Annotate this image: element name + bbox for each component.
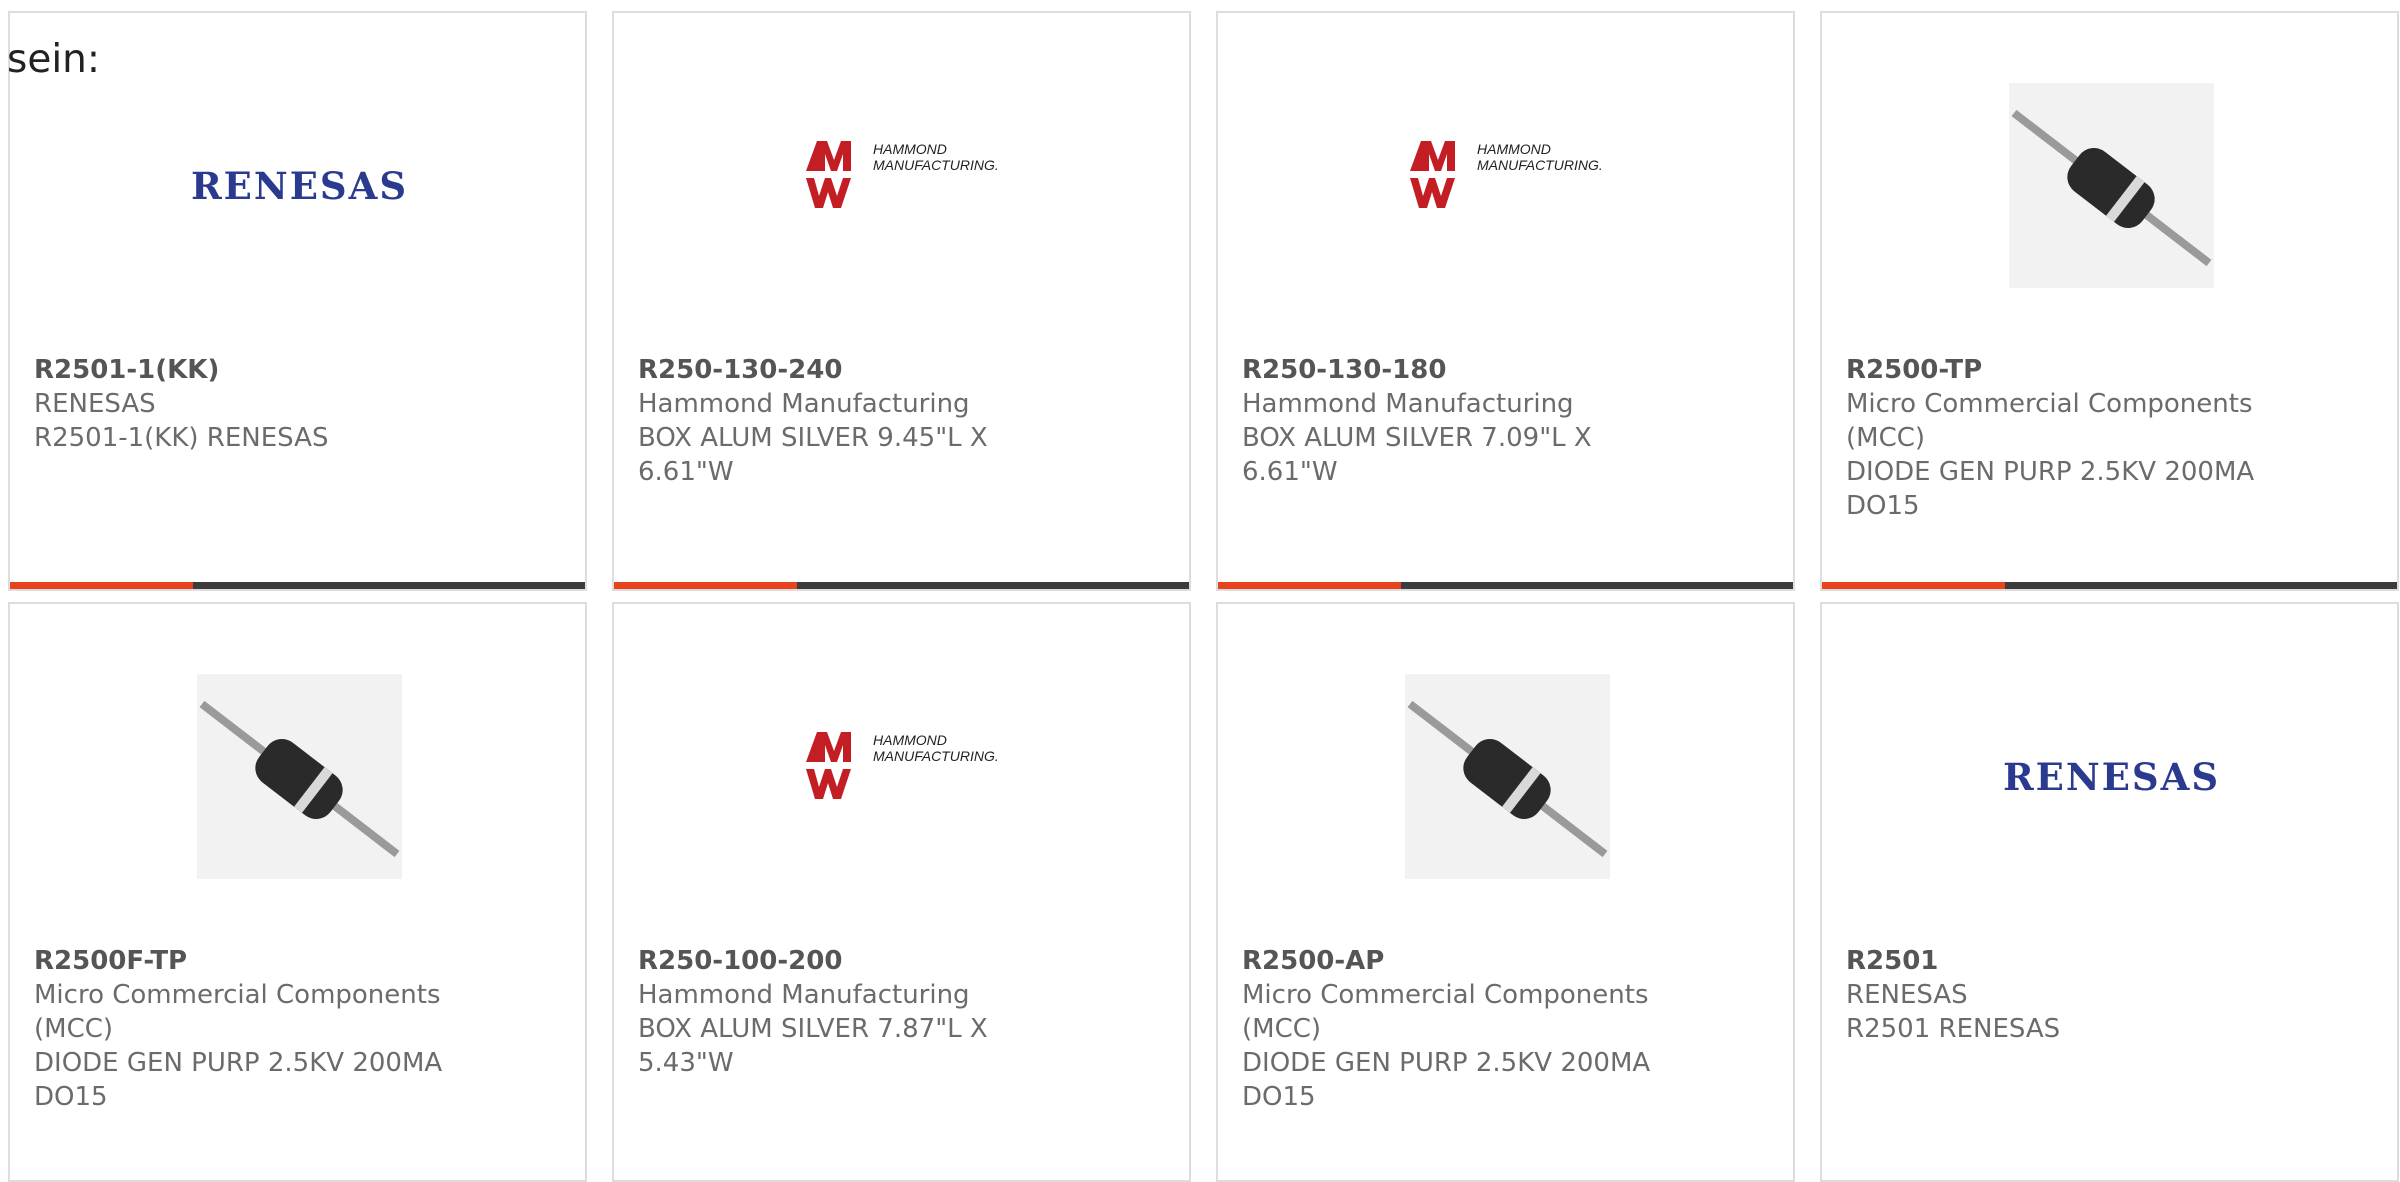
product-card[interactable]: R2500-TP Micro Commercial Components (MC… (1820, 11, 2399, 591)
card-bottom-bar (1822, 582, 2397, 589)
description: DO15 (1846, 491, 1920, 521)
hammond-logo-word: HAMMOND (873, 732, 947, 748)
description: 6.61"W (638, 457, 734, 487)
product-card[interactable]: R2500-AP Micro Commercial Components (MC… (1216, 602, 1795, 1182)
description: DIODE GEN PURP 2.5KV 200MA (1846, 457, 2255, 487)
hammond-logo-word: HAMMOND (1477, 141, 1551, 157)
card-accent (10, 582, 193, 589)
product-image[interactable] (197, 674, 402, 879)
description: R2501-1(KK) RENESAS (34, 423, 329, 453)
product-card[interactable]: RENESAS R2501-1(KK) RENESAS R2501-1(KK) … (8, 11, 587, 591)
manufacturer: Hammond Manufacturing (638, 389, 970, 419)
renesas-logo: RENESAS (190, 163, 409, 208)
product-card[interactable]: HAMMOND MANUFACTURING. R250-130-180 Hamm… (1216, 11, 1795, 591)
product-card[interactable]: HAMMOND MANUFACTURING. R250-130-240 Hamm… (612, 11, 1191, 591)
renesas-logo: RENESAS (2002, 754, 2221, 799)
product-info: R250-130-180 Hammond Manufacturing BOX A… (1242, 353, 1682, 489)
description: DIODE GEN PURP 2.5KV 200MA (34, 1048, 443, 1078)
description: R2501 RENESAS (1846, 1014, 2061, 1044)
card-bottom-bar (1218, 582, 1793, 589)
part-number[interactable]: R250-100-200 (638, 944, 1078, 978)
product-info: R250-100-200 Hammond Manufacturing BOX A… (638, 944, 1078, 1080)
diode-image (2009, 83, 2214, 288)
product-image[interactable]: RENESAS (2003, 674, 2218, 879)
product-info: R2500F-TP Micro Commercial Components (M… (34, 944, 474, 1114)
part-number[interactable]: R2501 (1846, 944, 2286, 978)
part-number[interactable]: R2501-1(KK) (34, 353, 474, 387)
product-image[interactable]: HAMMOND MANUFACTURING. (801, 674, 1006, 879)
product-card[interactable]: RENESAS R2501 RENESAS R2501 RENESAS (1820, 602, 2399, 1182)
card-accent (1822, 582, 2005, 589)
hammond-logo-word: HAMMOND (873, 141, 947, 157)
hammond-logo-word: MANUFACTURING. (873, 157, 999, 173)
diode-image (197, 674, 402, 879)
product-card[interactable]: R2500F-TP Micro Commercial Components (M… (8, 602, 587, 1182)
manufacturer: Micro Commercial Components (MCC) (34, 980, 441, 1044)
product-info: R2501-1(KK) RENESAS R2501-1(KK) RENESAS (34, 353, 474, 455)
part-number[interactable]: R2500-AP (1242, 944, 1682, 978)
hammond-logo: HAMMOND MANUFACTURING. (1410, 140, 1603, 208)
description: DO15 (34, 1082, 108, 1112)
product-card[interactable]: HAMMOND MANUFACTURING. R250-100-200 Hamm… (612, 602, 1191, 1182)
description: 5.43"W (638, 1048, 734, 1078)
description: BOX ALUM SILVER 9.45"L X (638, 423, 988, 453)
card-accent (1218, 582, 1401, 589)
manufacturer: Hammond Manufacturing (1242, 389, 1574, 419)
product-image[interactable]: HAMMOND MANUFACTURING. (801, 83, 1006, 288)
product-image[interactable] (2009, 83, 2214, 288)
manufacturer: Micro Commercial Components (MCC) (1846, 389, 2253, 453)
part-number[interactable]: R2500F-TP (34, 944, 474, 978)
product-image[interactable]: RENESAS (191, 83, 406, 288)
description: DIODE GEN PURP 2.5KV 200MA (1242, 1048, 1651, 1078)
description: DO15 (1242, 1082, 1316, 1112)
hammond-logo: HAMMOND MANUFACTURING. (806, 140, 999, 208)
manufacturer: RENESAS (1846, 980, 1968, 1010)
part-number[interactable]: R250-130-240 (638, 353, 1078, 387)
description: BOX ALUM SILVER 7.87"L X (638, 1014, 988, 1044)
description: BOX ALUM SILVER 7.09"L X (1242, 423, 1592, 453)
product-info: R2500-AP Micro Commercial Components (MC… (1242, 944, 1682, 1114)
part-number[interactable]: R2500-TP (1846, 353, 2286, 387)
card-accent (614, 582, 797, 589)
hammond-logo: HAMMOND MANUFACTURING. (806, 731, 999, 799)
product-info: R250-130-240 Hammond Manufacturing BOX A… (638, 353, 1078, 489)
part-number[interactable]: R250-130-180 (1242, 353, 1682, 387)
description: 6.61"W (1242, 457, 1338, 487)
manufacturer: RENESAS (34, 389, 156, 419)
hammond-logo-word: MANUFACTURING. (873, 748, 999, 764)
manufacturer: Micro Commercial Components (MCC) (1242, 980, 1649, 1044)
manufacturer: Hammond Manufacturing (638, 980, 970, 1010)
hammond-logo-word: MANUFACTURING. (1477, 157, 1603, 173)
product-info: R2500-TP Micro Commercial Components (MC… (1846, 353, 2286, 523)
diode-image (1405, 674, 1610, 879)
product-image[interactable] (1405, 674, 1610, 879)
product-info: R2501 RENESAS R2501 RENESAS (1846, 944, 2286, 1046)
card-bottom-bar (10, 582, 585, 589)
intro-text: sein: (7, 37, 101, 82)
card-bottom-bar (614, 582, 1189, 589)
product-image[interactable]: HAMMOND MANUFACTURING. (1405, 83, 1610, 288)
